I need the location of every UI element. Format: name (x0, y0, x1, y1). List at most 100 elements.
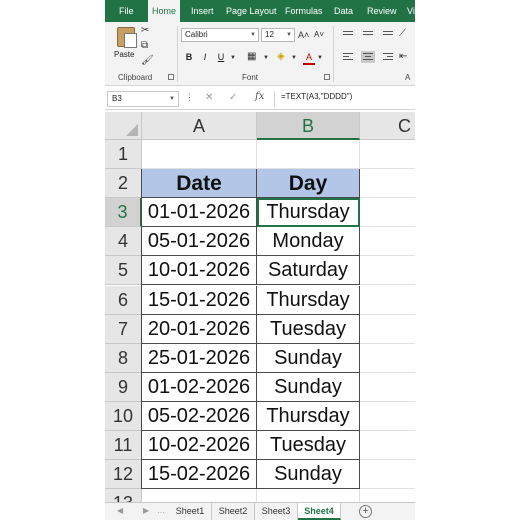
row-header-1[interactable]: 1 (105, 140, 142, 170)
row-header-9[interactable]: 9 (105, 372, 142, 402)
sheet-tab-sheet4[interactable]: Sheet4 (298, 503, 341, 520)
day-cell[interactable]: Tuesday (257, 314, 360, 344)
cell-c9[interactable] (360, 373, 415, 402)
column-header-a[interactable]: A (142, 112, 257, 140)
date-cell[interactable]: 20-01-2026 (142, 314, 257, 344)
cell-c7[interactable] (360, 315, 415, 344)
clipboard-launcher-icon[interactable] (168, 74, 174, 80)
chevron-down-icon[interactable]: ▼ (230, 52, 236, 64)
enter-icon[interactable]: ✓ (229, 92, 237, 103)
middle-align-icon[interactable] (361, 29, 375, 41)
sheet-tab-sheet2[interactable]: Sheet2 (212, 503, 255, 520)
cell-c10[interactable] (360, 402, 415, 431)
font-launcher-icon[interactable] (324, 74, 330, 80)
cell-c8[interactable] (360, 344, 415, 373)
date-cell[interactable]: 15-01-2026 (142, 285, 257, 315)
tab-data[interactable]: Data (330, 0, 357, 22)
font-size-select[interactable]: 12 ▼ (261, 28, 295, 42)
tab-file[interactable]: File (115, 0, 138, 22)
table-header-cell[interactable]: Date (142, 169, 257, 199)
day-cell[interactable]: Sunday (257, 372, 360, 402)
align-right-icon[interactable] (381, 51, 395, 63)
tab-view[interactable]: Vi (403, 0, 415, 22)
more-options-icon[interactable]: ⋮ (185, 92, 194, 103)
chevron-down-icon[interactable]: ▼ (291, 52, 297, 64)
date-cell[interactable]: 25-01-2026 (142, 343, 257, 373)
date-cell[interactable]: 01-01-2026 (142, 198, 257, 228)
cell-c4[interactable] (360, 227, 415, 257)
day-cell[interactable]: Tuesday (257, 431, 360, 461)
indent-icon[interactable]: ⇤ (399, 51, 407, 63)
day-cell[interactable]: Monday (257, 227, 360, 257)
cell-b1[interactable] (257, 140, 360, 170)
row-header-6[interactable]: 6 (105, 285, 142, 315)
font-name-select[interactable]: Calibri ▼ (181, 28, 259, 42)
day-cell[interactable]: Thursday (257, 198, 360, 228)
day-cell[interactable]: Saturday (257, 256, 360, 286)
more-sheets-icon[interactable]: … (157, 506, 165, 515)
cell-c12[interactable] (360, 460, 415, 490)
shrink-font-icon[interactable]: A˅ (314, 29, 324, 41)
cell-c11[interactable] (360, 431, 415, 461)
cancel-icon[interactable]: ✕ (205, 92, 213, 103)
align-left-icon[interactable] (341, 51, 355, 63)
table-header-cell[interactable]: Day (257, 169, 360, 199)
date-cell[interactable]: 10-01-2026 (142, 256, 257, 286)
cell-c5[interactable] (360, 256, 415, 286)
underline-button[interactable]: U (215, 51, 227, 63)
italic-button[interactable]: I (199, 51, 211, 63)
day-cell[interactable]: Thursday (257, 401, 360, 431)
tab-page-layout[interactable]: Page Layout (222, 0, 281, 22)
sheet-tab-sheet1[interactable]: Sheet1 (169, 503, 212, 520)
chevron-down-icon[interactable]: ▼ (263, 52, 269, 64)
row-header-13[interactable]: 13 (105, 489, 142, 502)
cell-c3[interactable] (360, 198, 415, 228)
fill-color-icon[interactable]: ◈ (277, 51, 285, 63)
new-sheet-button[interactable]: + (359, 505, 372, 518)
date-cell[interactable]: 05-01-2026 (142, 227, 257, 257)
grow-font-icon[interactable]: A˄ (298, 29, 309, 41)
cell-c13[interactable] (360, 489, 415, 502)
sheet-tab-sheet3[interactable]: Sheet3 (255, 503, 298, 520)
tab-home[interactable]: Home (148, 0, 181, 22)
name-box[interactable]: B3 ▼ (107, 91, 179, 107)
cell-b13[interactable] (257, 489, 360, 502)
format-painter-icon[interactable]: 🖌 (141, 55, 154, 67)
cell-a1[interactable] (142, 140, 257, 170)
day-cell[interactable]: Thursday (257, 285, 360, 315)
copy-icon[interactable]: ⧉ (141, 40, 148, 52)
row-header-2[interactable]: 2 (105, 169, 142, 199)
row-header-5[interactable]: 5 (105, 256, 142, 286)
day-cell[interactable]: Sunday (257, 460, 360, 490)
cell-c6[interactable] (360, 286, 415, 315)
row-header-4[interactable]: 4 (105, 227, 142, 257)
row-header-8[interactable]: 8 (105, 343, 142, 373)
column-header-c[interactable]: C (360, 112, 415, 140)
top-align-icon[interactable] (341, 29, 355, 41)
insert-function-button[interactable]: fx (255, 91, 264, 102)
bold-button[interactable]: B (183, 51, 195, 63)
cell-a13[interactable] (142, 489, 257, 502)
font-color-button[interactable]: A (303, 51, 315, 65)
row-header-12[interactable]: 12 (105, 460, 142, 490)
bottom-align-icon[interactable] (381, 29, 395, 41)
date-cell[interactable]: 05-02-2026 (142, 401, 257, 431)
day-cell[interactable]: Sunday (257, 343, 360, 373)
cut-icon[interactable]: ✂ (141, 25, 149, 37)
row-header-3[interactable]: 3 (105, 198, 142, 228)
cell-c1[interactable] (360, 140, 415, 170)
date-cell[interactable]: 01-02-2026 (142, 372, 257, 402)
select-all-button[interactable] (105, 112, 142, 140)
tab-formulas[interactable]: Formulas (281, 0, 327, 22)
column-header-b[interactable]: B (257, 112, 360, 140)
prev-sheet-icon[interactable]: ◀ (117, 506, 123, 515)
row-header-11[interactable]: 11 (105, 431, 142, 461)
formula-input[interactable]: =TEXT(A3,"DDDD") (281, 92, 352, 101)
date-cell[interactable]: 10-02-2026 (142, 431, 257, 461)
orientation-icon[interactable]: ⟋ (399, 28, 406, 40)
tab-review[interactable]: Review (363, 0, 401, 22)
next-sheet-icon[interactable]: ▶ (143, 506, 149, 515)
borders-icon[interactable]: ▦ (247, 51, 256, 63)
chevron-down-icon[interactable]: ▼ (317, 52, 323, 64)
align-center-icon[interactable] (361, 51, 375, 63)
